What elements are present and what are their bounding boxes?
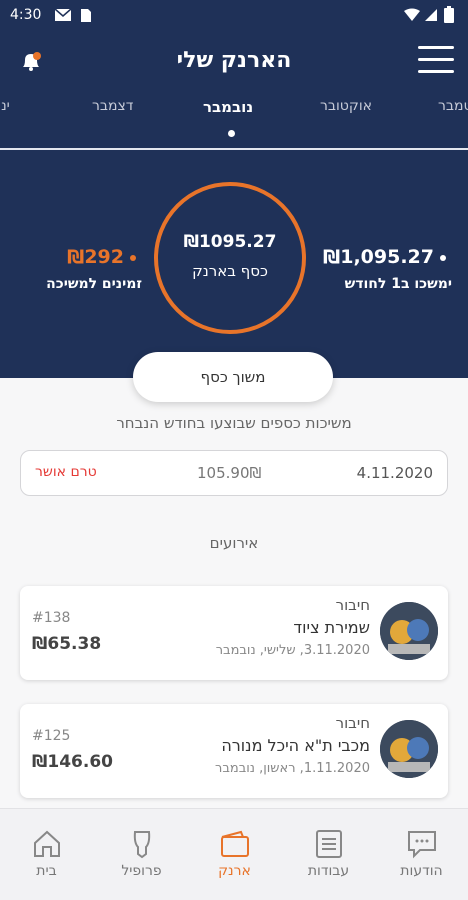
- sim-icon: [81, 9, 91, 22]
- event-amount: ₪65.38: [32, 634, 102, 654]
- withdrawal-date: 4.11.2020: [356, 464, 433, 482]
- app-header: הארנק שלי ינואר דצמבר נובמבר אוקטובר ספט…: [0, 30, 468, 150]
- event-type: חיבור: [335, 714, 370, 732]
- wallet-icon: [220, 830, 249, 857]
- chat-icon: [407, 831, 436, 859]
- tab-month[interactable]: דצמבר: [92, 98, 133, 114]
- wallet-summary: ₪292 זמינים למשיכה ₪1095.27 כסף בארנק ₪1…: [0, 150, 468, 378]
- tab-month[interactable]: ספטמבר: [438, 98, 468, 114]
- nav-label: פרופיל: [121, 863, 162, 879]
- event-details: חיבור מכבי ת"א היכל מנורה 1.11.2020, ראש…: [215, 714, 370, 776]
- event-card[interactable]: חיבור שמירת ציוד 3.11.2020, שלישי, נובמב…: [20, 586, 448, 680]
- wallet-label: כסף בארנק: [192, 262, 268, 280]
- event-name: שמירת ציוד: [293, 618, 370, 637]
- nav-label: הודעות: [400, 863, 443, 879]
- menu-bar: [418, 46, 454, 49]
- withdraw-money-button[interactable]: משוך כסף: [133, 352, 333, 402]
- event-details: חיבור שמירת ציוד 3.11.2020, שלישי, נובמב…: [216, 596, 370, 658]
- menu-bar: [418, 70, 454, 73]
- status-time: 4:30: [10, 7, 42, 23]
- available-stat: ₪292 זמינים למשיכה: [12, 246, 142, 292]
- event-date: 1.11.2020, ראשון, נובמבר: [215, 761, 370, 776]
- event-card[interactable]: חיבור מכבי ת"א היכל מנורה 1.11.2020, ראש…: [20, 704, 448, 798]
- monthly-label: ימשכו ב1 לחודש: [344, 276, 452, 292]
- event-type: חיבור: [335, 596, 370, 614]
- nav-label: בית: [36, 863, 57, 879]
- list-icon: [315, 830, 342, 858]
- status-bar: 4:30: [0, 0, 468, 30]
- bullet: [130, 254, 136, 261]
- event-number: #125: [32, 728, 71, 744]
- event-name: מכבי ת"א היכל מנורה: [221, 736, 370, 755]
- profile-icon: [133, 831, 150, 859]
- event-amount: ₪146.60: [32, 752, 113, 772]
- mail-icon: [54, 8, 72, 21]
- wallet-amount: ₪1095.27: [183, 232, 277, 252]
- event-date: 3.11.2020, שלישי, נובמבר: [215, 643, 370, 658]
- event-number: #138: [32, 610, 71, 626]
- nav-item-profile[interactable]: פרופיל: [95, 809, 188, 900]
- withdrawal-row[interactable]: 4.11.2020 105.90₪ טרם אושר: [20, 450, 448, 496]
- available-amount: ₪292: [67, 246, 124, 268]
- withdrawal-amount: 105.90₪: [197, 464, 262, 482]
- nav-label: ארנק: [218, 863, 251, 879]
- monthly-amount: ₪1,095.27: [323, 246, 434, 268]
- event-thumbnail: [380, 720, 438, 778]
- nav-item-messages[interactable]: הודעות: [375, 809, 468, 900]
- home-icon: [33, 830, 60, 857]
- active-month-indicator: [228, 130, 235, 137]
- events-title: אירועים: [209, 534, 259, 552]
- page-title: הארנק שלי: [176, 48, 292, 73]
- wallet-ring: ₪1095.27 כסף בארנק: [154, 182, 306, 334]
- battery-icon: [444, 6, 454, 23]
- monthly-stat: ₪1,095.27 ימשכו ב1 לחודש: [312, 246, 452, 292]
- tab-month-active[interactable]: נובמבר: [203, 98, 253, 116]
- tab-month[interactable]: אוקטובר: [320, 98, 372, 114]
- nav-label: עבודות: [307, 863, 350, 879]
- menu-button[interactable]: [418, 46, 454, 76]
- month-tabs: ינואר דצמבר נובמבר אוקטובר ספטמבר: [0, 98, 468, 124]
- signal-icon: [425, 9, 437, 21]
- menu-bar: [418, 58, 454, 61]
- bottom-nav: הודעות עבודות ארנק פרופיל בית: [0, 808, 468, 900]
- content-area: משיכות כספים שבוצעו בחודש הנבחר 4.11.202…: [0, 378, 468, 808]
- withdrawals-title: משיכות כספים שבוצעו בחודש הנבחר: [116, 414, 352, 432]
- wifi-icon: [404, 8, 420, 21]
- nav-item-jobs[interactable]: עבודות: [282, 809, 375, 900]
- available-label: זמינים למשיכה: [46, 276, 142, 292]
- withdrawal-status: טרם אושר: [35, 464, 97, 480]
- nav-item-home[interactable]: בית: [0, 809, 93, 900]
- bullet: [440, 254, 446, 261]
- tab-month[interactable]: ינואר: [0, 98, 10, 114]
- nav-item-wallet[interactable]: ארנק: [188, 809, 281, 900]
- event-thumbnail: [380, 602, 438, 660]
